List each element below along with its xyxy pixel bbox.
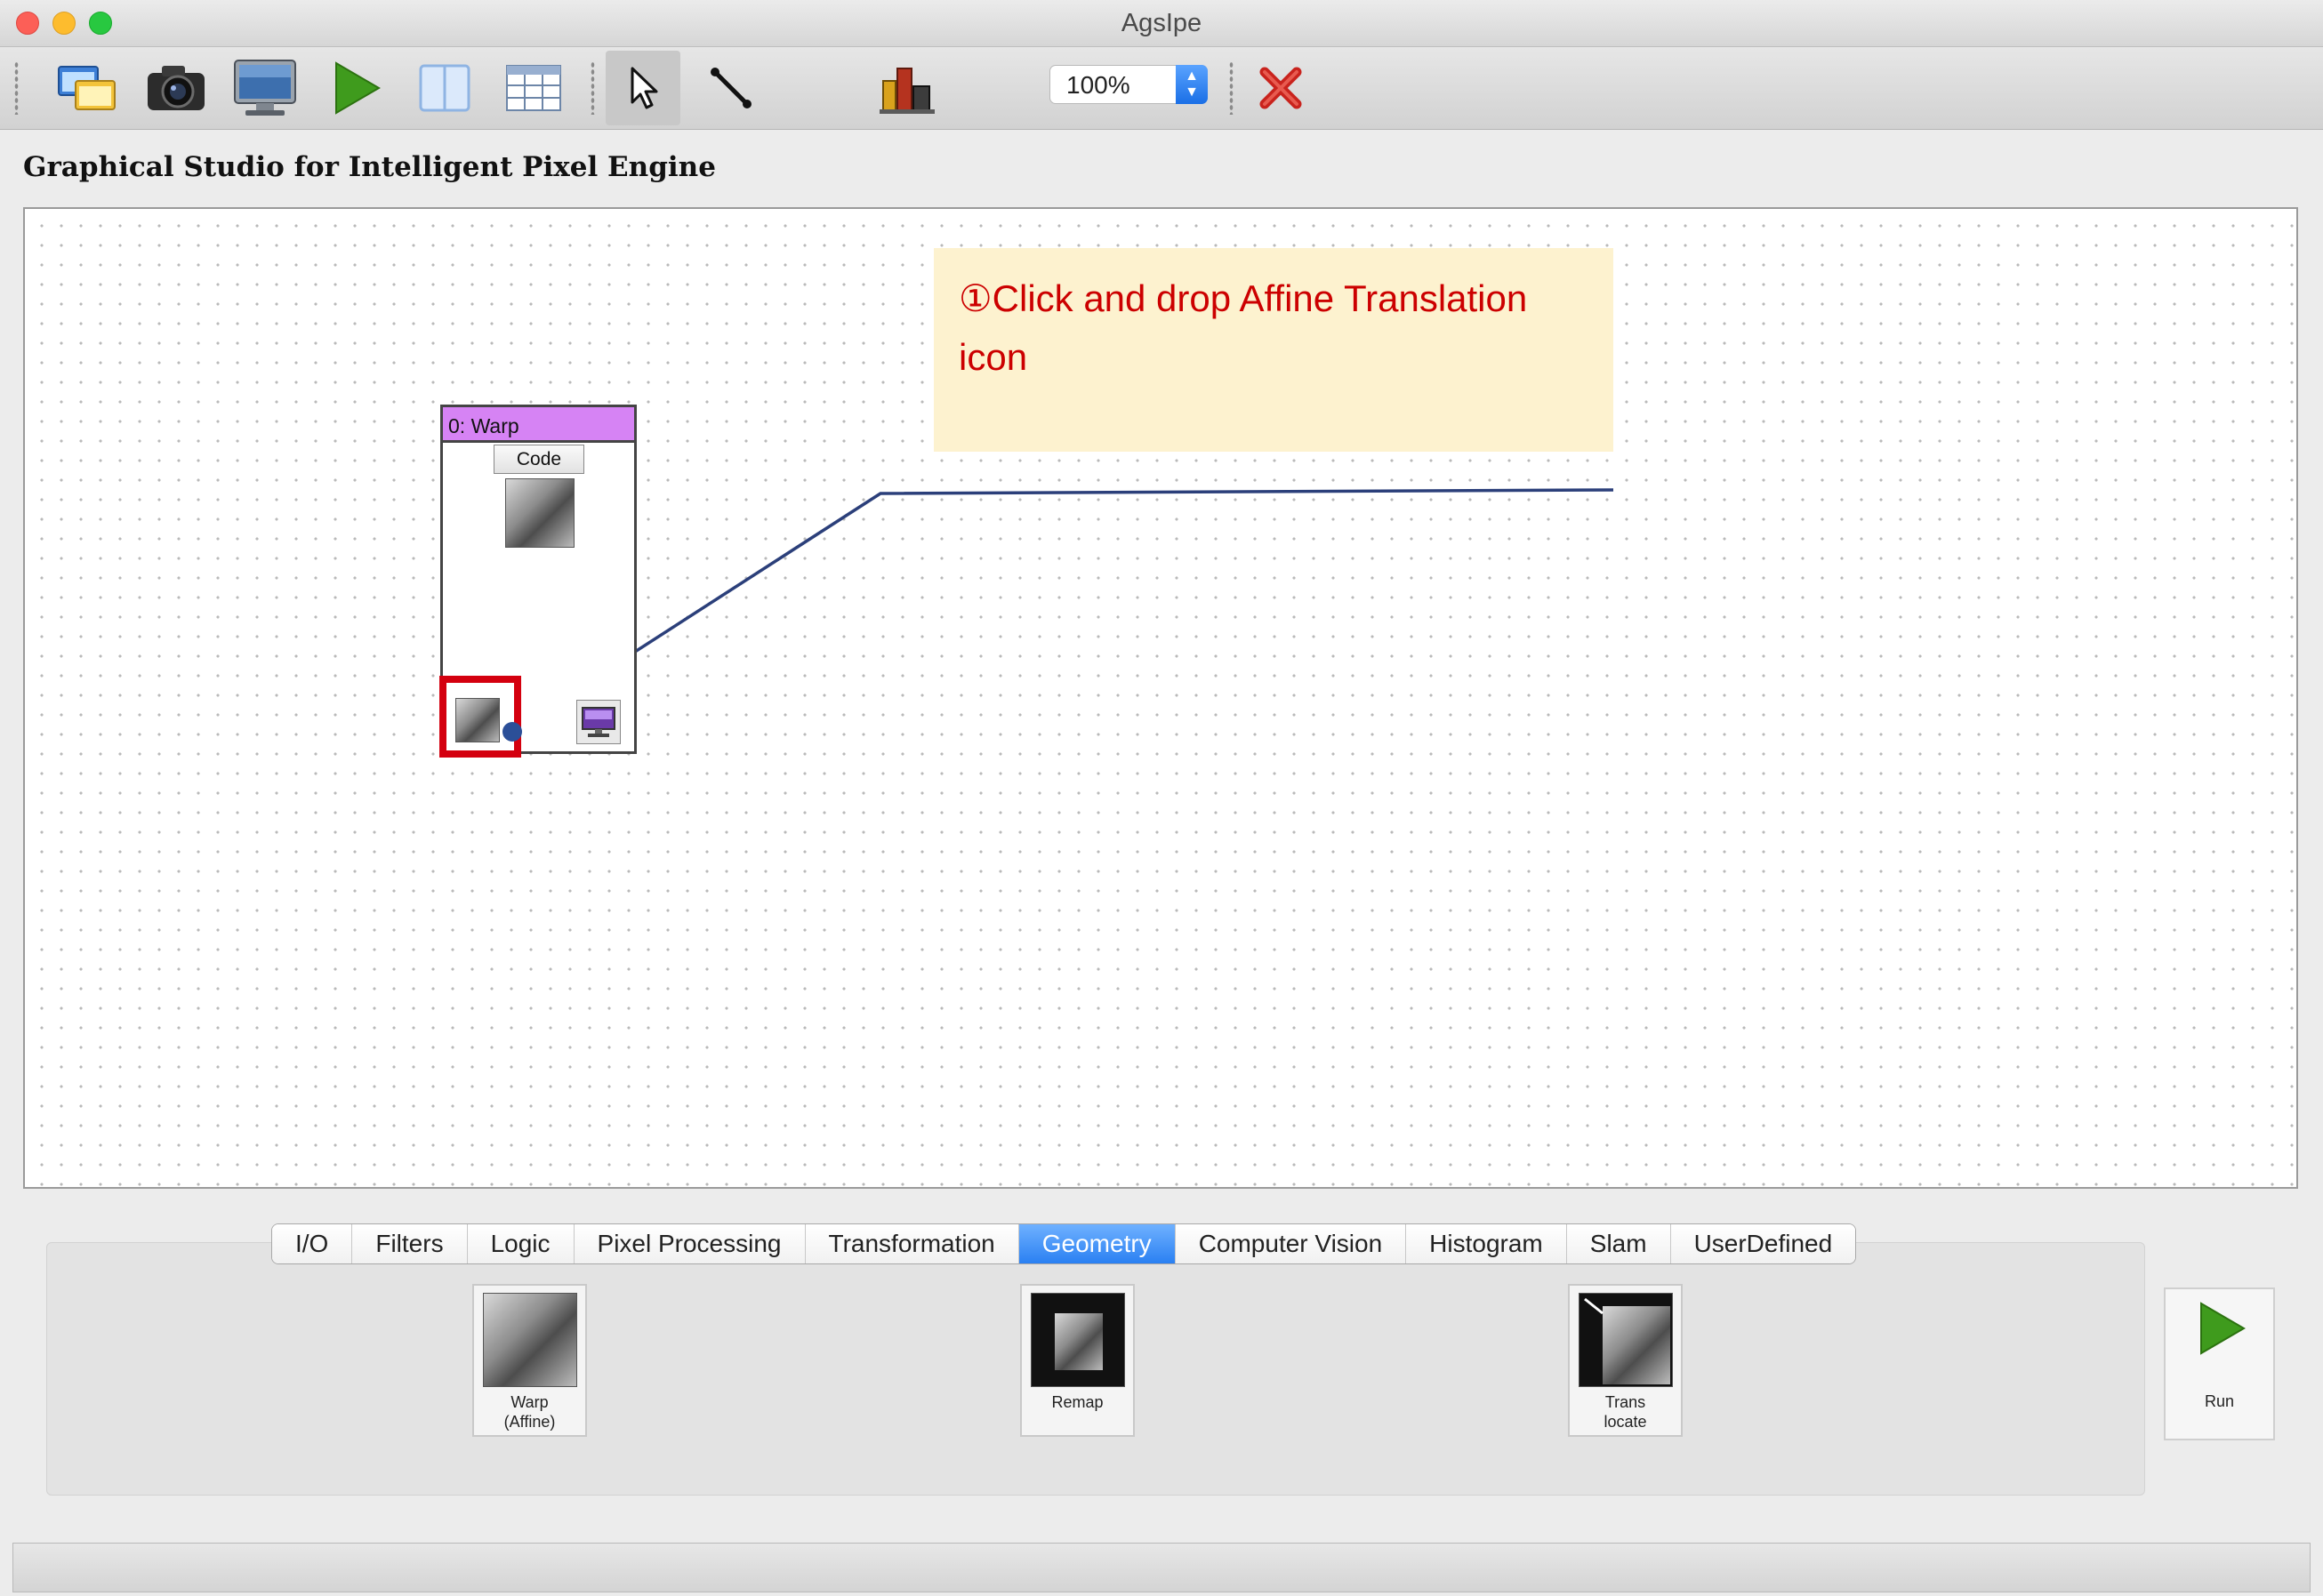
translocate-thumbnail-inner — [1603, 1306, 1670, 1384]
connector-endpoint[interactable] — [502, 722, 522, 742]
node-preview-image — [505, 478, 575, 548]
tab-histogram[interactable]: Histogram — [1406, 1224, 1567, 1263]
node-title[interactable]: 0: Warp — [443, 407, 634, 443]
tab-filters[interactable]: Filters — [352, 1224, 468, 1263]
tab-userdefined[interactable]: UserDefined — [1670, 1224, 1856, 1263]
input-port-highlight — [439, 676, 521, 758]
arrow-icon — [1584, 1297, 1604, 1315]
run-button[interactable]: Run — [2164, 1287, 2275, 1440]
translocate-label: Trans locate — [1604, 1393, 1647, 1431]
remap-label: Remap — [1051, 1393, 1104, 1411]
run-label: Run — [2204, 1392, 2235, 1410]
node-code-button[interactable]: Code — [494, 445, 584, 474]
tab-slam[interactable]: Slam — [1566, 1224, 1671, 1263]
warp-affine-operator[interactable]: Warp (Affine) — [472, 1284, 587, 1437]
remap-operator[interactable]: Remap — [1020, 1284, 1135, 1437]
warp-affine-label: Warp (Affine) — [503, 1393, 556, 1431]
tab-io[interactable]: I/O — [272, 1224, 353, 1263]
remap-thumbnail — [1031, 1293, 1125, 1387]
warp-affine-thumbnail — [483, 1293, 577, 1387]
translocate-thumbnail — [1579, 1293, 1673, 1387]
remap-thumbnail-inner — [1055, 1313, 1103, 1370]
palette-tabs: I/O Filters Logic Pixel Processing Trans… — [271, 1223, 1857, 1264]
tab-pixel-processing[interactable]: Pixel Processing — [574, 1224, 806, 1263]
tab-logic[interactable]: Logic — [467, 1224, 575, 1263]
tab-transformation[interactable]: Transformation — [805, 1224, 1019, 1263]
display-icon — [582, 707, 615, 737]
node-output-port[interactable] — [576, 700, 621, 744]
translocate-operator[interactable]: Trans locate — [1568, 1284, 1683, 1437]
tab-computer-vision[interactable]: Computer Vision — [1175, 1224, 1407, 1263]
play-icon — [2200, 1302, 2246, 1355]
status-bar — [12, 1543, 2311, 1592]
tab-geometry[interactable]: Geometry — [1018, 1224, 1176, 1263]
